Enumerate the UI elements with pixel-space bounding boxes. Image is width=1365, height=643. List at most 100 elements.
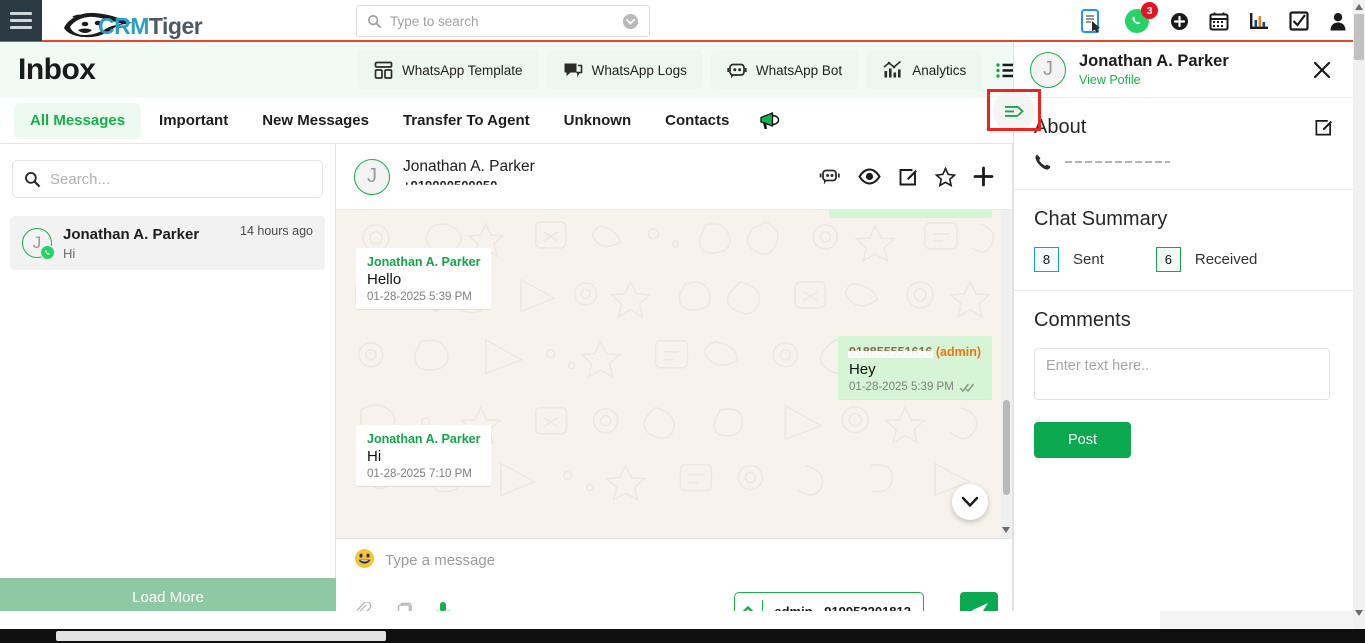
scroll-up-arrow-icon[interactable] bbox=[1354, 1, 1364, 13]
star-icon[interactable] bbox=[935, 166, 956, 187]
message-bubble-incoming: Jonathan A. Parker Hi 01-28-2025 7:10 PM bbox=[356, 425, 492, 486]
top-navigation-bar: CRMTiger Type to search 3 bbox=[0, 0, 1365, 42]
bar-chart-icon[interactable] bbox=[1249, 11, 1269, 31]
scroll-down-arrow-icon[interactable] bbox=[1354, 607, 1364, 619]
message-time-text: 01-28-2025 5:39 PM bbox=[848, 381, 954, 393]
list-item-timestamp: 14 hours ago bbox=[240, 224, 313, 238]
chat-contact-phone: +919000500050 bbox=[403, 178, 498, 193]
whatsapp-template-button[interactable]: WhatsApp Template bbox=[358, 51, 539, 89]
avatar-initial: J bbox=[1043, 58, 1053, 80]
page-action-buttons: WhatsApp Template WhatsApp Logs WhatsApp bbox=[358, 51, 1026, 89]
analytics-label: Analytics bbox=[912, 62, 967, 78]
scroll-to-bottom-button[interactable] bbox=[952, 484, 988, 520]
message-text: Hey bbox=[848, 361, 876, 378]
bot-icon[interactable] bbox=[819, 167, 841, 187]
contact-detail-panel: J Jonathan A. Parker View Pofile About C… bbox=[1013, 42, 1353, 640]
global-search[interactable] bbox=[356, 5, 650, 37]
whatsapp-badge: 3 bbox=[1141, 2, 1158, 19]
message-sender: Jonathan A. Parker bbox=[367, 255, 481, 269]
edit-square-icon[interactable] bbox=[898, 167, 918, 187]
whatsapp-logs-button[interactable]: WhatsApp Logs bbox=[546, 51, 703, 89]
close-icon[interactable] bbox=[1307, 55, 1337, 85]
double-check-icon bbox=[959, 383, 974, 392]
checkbox-icon[interactable] bbox=[1289, 11, 1309, 31]
message-bubble-outgoing: 918855551616 (admin) Hey 01-28-2025 5:39… bbox=[837, 336, 992, 399]
contact-panel-identity: Jonathan A. Parker View Pofile bbox=[1079, 52, 1229, 87]
logo-tiger-text: Tiger bbox=[148, 13, 203, 39]
received-count-badge: 6 bbox=[1155, 247, 1181, 272]
search-icon bbox=[25, 171, 41, 187]
crmtiger-inbox-app: CRMTiger Type to search 3 Inbox WhatsApp… bbox=[0, 0, 1365, 643]
conversation-search-input[interactable] bbox=[50, 170, 311, 188]
comments-section: Comments Post bbox=[1014, 291, 1353, 476]
mobile-click-icon[interactable] bbox=[1081, 9, 1104, 33]
whatsapp-icon[interactable]: 3 bbox=[1124, 2, 1158, 34]
chat-header-info: Jonathan A. Parker +919000500050 bbox=[403, 158, 535, 195]
message-input[interactable] bbox=[385, 552, 994, 569]
hamburger-icon[interactable] bbox=[0, 0, 42, 41]
about-title: About bbox=[1034, 116, 1087, 138]
template-grid-icon bbox=[374, 61, 393, 79]
contact-name: Jonathan A. Parker bbox=[1079, 52, 1229, 70]
chat-panel: J Jonathan A. Parker +919000500050 Jonat… bbox=[336, 144, 1013, 640]
redacted-phone bbox=[1065, 157, 1170, 167]
tab-transfer-to-agent[interactable]: Transfer To Agent bbox=[387, 103, 546, 139]
logo-text: CRMTiger bbox=[98, 13, 203, 40]
user-icon[interactable] bbox=[1329, 12, 1347, 31]
inbox-tab-bar: All Messages Important New Messages Tran… bbox=[0, 98, 1013, 144]
eye-icon[interactable] bbox=[858, 168, 881, 185]
tab-all-messages[interactable]: All Messages bbox=[14, 102, 142, 139]
chat-log-icon bbox=[564, 63, 582, 77]
comments-title: Comments bbox=[1034, 309, 1131, 331]
tab-new-messages[interactable]: New Messages bbox=[246, 103, 385, 139]
message-sender: 918855551616 (admin) bbox=[849, 345, 981, 359]
post-button[interactable]: Post bbox=[1034, 422, 1131, 458]
conversation-search[interactable] bbox=[12, 160, 323, 198]
megaphone-icon[interactable] bbox=[747, 111, 796, 131]
chevron-down-circle-icon[interactable] bbox=[622, 13, 639, 30]
message-text: Hi bbox=[367, 448, 382, 465]
scroll-down-arrow-icon[interactable] bbox=[1001, 524, 1011, 536]
page-vertical-scrollbar-thumb[interactable] bbox=[1354, 14, 1364, 60]
page-bottom-filler-right bbox=[1160, 611, 1353, 629]
message-timestamp: 01-28-2025 7:10 PM bbox=[367, 468, 472, 480]
tab-unknown[interactable]: Unknown bbox=[548, 103, 648, 139]
about-section: About bbox=[1014, 98, 1353, 190]
plus-circle-icon[interactable] bbox=[1170, 12, 1189, 31]
whatsapp-template-label: WhatsApp Template bbox=[402, 62, 523, 78]
tab-contacts[interactable]: Contacts bbox=[649, 103, 745, 139]
list-item[interactable]: J Jonathan A. Parker Hi 14 hours ago bbox=[10, 216, 325, 270]
contact-panel-header: J Jonathan A. Parker View Pofile bbox=[1014, 42, 1353, 98]
sent-count-badge: 8 bbox=[1034, 247, 1059, 272]
received-label: Received bbox=[1194, 251, 1258, 268]
comment-input[interactable] bbox=[1034, 348, 1330, 400]
analytics-button[interactable]: Analytics bbox=[866, 51, 983, 89]
calendar-icon[interactable] bbox=[1209, 11, 1229, 31]
whatsapp-bot-button[interactable]: WhatsApp Bot bbox=[710, 51, 859, 89]
page-vertical-scrollbar-track[interactable] bbox=[1353, 0, 1365, 643]
edit-square-icon[interactable] bbox=[1314, 118, 1333, 137]
chevron-down-icon bbox=[961, 496, 979, 508]
tab-important[interactable]: Important bbox=[143, 103, 244, 139]
message-timestamp: 01-28-2025 5:39 PM bbox=[367, 291, 472, 303]
message-list: Jonathan A. Parker Hello 01-28-2025 5:39… bbox=[336, 210, 1012, 538]
plus-icon[interactable] bbox=[973, 166, 994, 187]
chat-scrollbar-thumb[interactable] bbox=[1003, 400, 1010, 495]
page-horizontal-scrollbar-thumb[interactable] bbox=[56, 631, 386, 641]
app-logo[interactable]: CRMTiger bbox=[58, 0, 203, 41]
bot-icon bbox=[727, 63, 747, 78]
list-item-preview: Hi bbox=[63, 245, 76, 261]
chat-header: J Jonathan A. Parker +919000500050 bbox=[336, 144, 1012, 210]
chat-header-actions bbox=[819, 166, 994, 187]
chat-summary-counts: 8 Sent 6 Received bbox=[1034, 247, 1333, 272]
chat-summary-section: Chat Summary 8 Sent 6 Received bbox=[1014, 190, 1353, 291]
emoji-smile-icon[interactable] bbox=[354, 548, 375, 574]
view-profile-link[interactable]: View Pofile bbox=[1079, 73, 1229, 87]
redacted-phone: 918855551616 bbox=[848, 345, 933, 359]
message-sender-suffix: (admin) bbox=[935, 345, 981, 359]
search-input[interactable] bbox=[390, 13, 614, 29]
whatsapp-logs-label: WhatsApp Logs bbox=[591, 62, 687, 78]
list-item-name: Jonathan A. Parker bbox=[63, 225, 200, 243]
whatsapp-icon bbox=[40, 245, 55, 260]
list-item-body: Jonathan A. Parker Hi bbox=[63, 226, 199, 261]
